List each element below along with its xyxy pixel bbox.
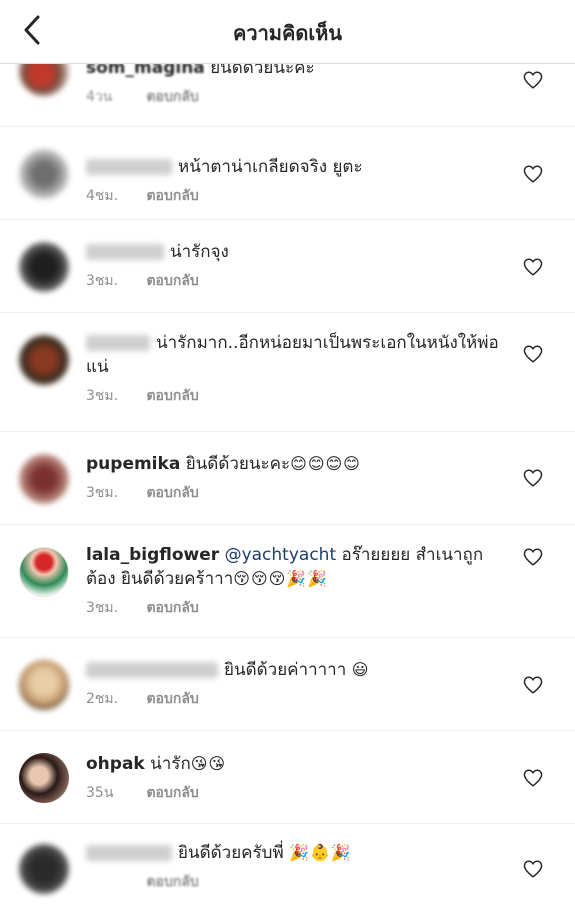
- comment-time: 3ชม.: [86, 485, 119, 501]
- comment-text: น่ารักจุง: [170, 242, 229, 262]
- page-title: ความคิดเห็น: [232, 21, 343, 45]
- comment-emoji: 😚😚😚🎉🎉: [233, 569, 329, 588]
- comment-username[interactable]: [86, 244, 164, 260]
- heart-icon[interactable]: [523, 345, 543, 363]
- heart-icon[interactable]: [523, 769, 543, 787]
- header-bar: ความคิดเห็น: [0, 0, 575, 64]
- heart-icon[interactable]: [523, 548, 543, 566]
- comment-time: 4ชม.: [86, 188, 119, 204]
- comment-username[interactable]: pupemika: [86, 454, 180, 474]
- reply-button[interactable]: ตอบกลับ: [146, 874, 198, 890]
- avatar[interactable]: [19, 149, 69, 199]
- comment-username[interactable]: lala_bigflower: [86, 545, 219, 565]
- comment-emoji: 😃: [351, 660, 370, 679]
- comment-row: น่ารักมาก..อีกหน่อยมาเป็นพระเอกในหนังให้…: [0, 313, 575, 432]
- avatar[interactable]: [19, 753, 69, 803]
- heart-icon[interactable]: [523, 860, 543, 878]
- comment-username[interactable]: [86, 662, 218, 678]
- reply-button[interactable]: ตอบกลับ: [146, 691, 198, 707]
- reply-button[interactable]: ตอบกลับ: [146, 600, 198, 616]
- comment-row: ยินดีด้วยค่าาาาา 😃 2ชม. ตอบกลับ: [0, 638, 575, 731]
- reply-button[interactable]: ตอบกลับ: [146, 785, 198, 801]
- comment-text: หน้าตาน่าเกลียดจริง ยูตะ: [178, 157, 363, 177]
- comment-row: หน้าตาน่าเกลียดจริง ยูตะ 4ชม. ตอบกลับ: [0, 127, 575, 220]
- comment-time: 2ชม.: [86, 691, 119, 707]
- heart-icon[interactable]: [523, 71, 543, 89]
- avatar[interactable]: [19, 844, 69, 894]
- avatar[interactable]: [19, 454, 69, 504]
- comment-emoji: 😊😊😊😊: [290, 454, 361, 473]
- comment-time: 3ชม.: [86, 600, 119, 616]
- comments-list: som_magina ยินดีด้วยนะคะ 4วน ตอบกลับ หน้…: [0, 34, 575, 912]
- avatar[interactable]: [19, 335, 69, 385]
- heart-icon[interactable]: [523, 469, 543, 487]
- comment-emoji: 🎉👶🎉: [289, 843, 352, 862]
- comment-text: ยินดีด้วยครับพี่: [178, 843, 284, 863]
- reply-button[interactable]: ตอบกลับ: [146, 273, 198, 289]
- comment-text: ยินดีด้วยค่าาาาา: [224, 660, 347, 680]
- comment-row: lala_bigflower @yachtyacht อร๊ายยยย สำเน…: [0, 525, 575, 638]
- comment-time: 3ชม.: [86, 273, 119, 289]
- comment-mention[interactable]: @yachtyacht: [225, 545, 337, 565]
- comment-row: ohpak น่ารัก😘😘 35น ตอบกลับ: [0, 731, 575, 824]
- reply-button[interactable]: ตอบกลับ: [146, 485, 198, 501]
- comment-time: 35น: [86, 785, 114, 801]
- avatar[interactable]: [19, 242, 69, 292]
- reply-button[interactable]: ตอบกลับ: [146, 188, 198, 204]
- heart-icon[interactable]: [523, 676, 543, 694]
- reply-button[interactable]: ตอบกลับ: [146, 89, 198, 105]
- comment-row: pupemika ยินดีด้วยนะคะ😊😊😊😊 3ชม. ตอบกลับ: [0, 432, 575, 525]
- comment-text: ยินดีด้วยนะคะ: [185, 454, 291, 474]
- comment-time: 3ชม.: [86, 388, 119, 404]
- comment-emoji: 😘😘: [190, 754, 227, 773]
- heart-icon[interactable]: [523, 165, 543, 183]
- avatar[interactable]: [19, 660, 69, 710]
- comment-row: น่ารักจุง 3ชม. ตอบกลับ: [0, 220, 575, 313]
- comment-username[interactable]: ohpak: [86, 754, 145, 774]
- comment-row: ยินดีด้วยครับพี่ 🎉👶🎉 ตอบกลับ: [0, 824, 575, 912]
- reply-button[interactable]: ตอบกลับ: [146, 388, 198, 404]
- comment-username[interactable]: [86, 159, 172, 175]
- avatar[interactable]: [19, 547, 69, 597]
- comment-username[interactable]: [86, 335, 150, 351]
- heart-icon[interactable]: [523, 258, 543, 276]
- comment-text: น่ารัก: [150, 754, 191, 774]
- comment-username[interactable]: [86, 845, 172, 861]
- comment-time: 4วน: [86, 89, 113, 105]
